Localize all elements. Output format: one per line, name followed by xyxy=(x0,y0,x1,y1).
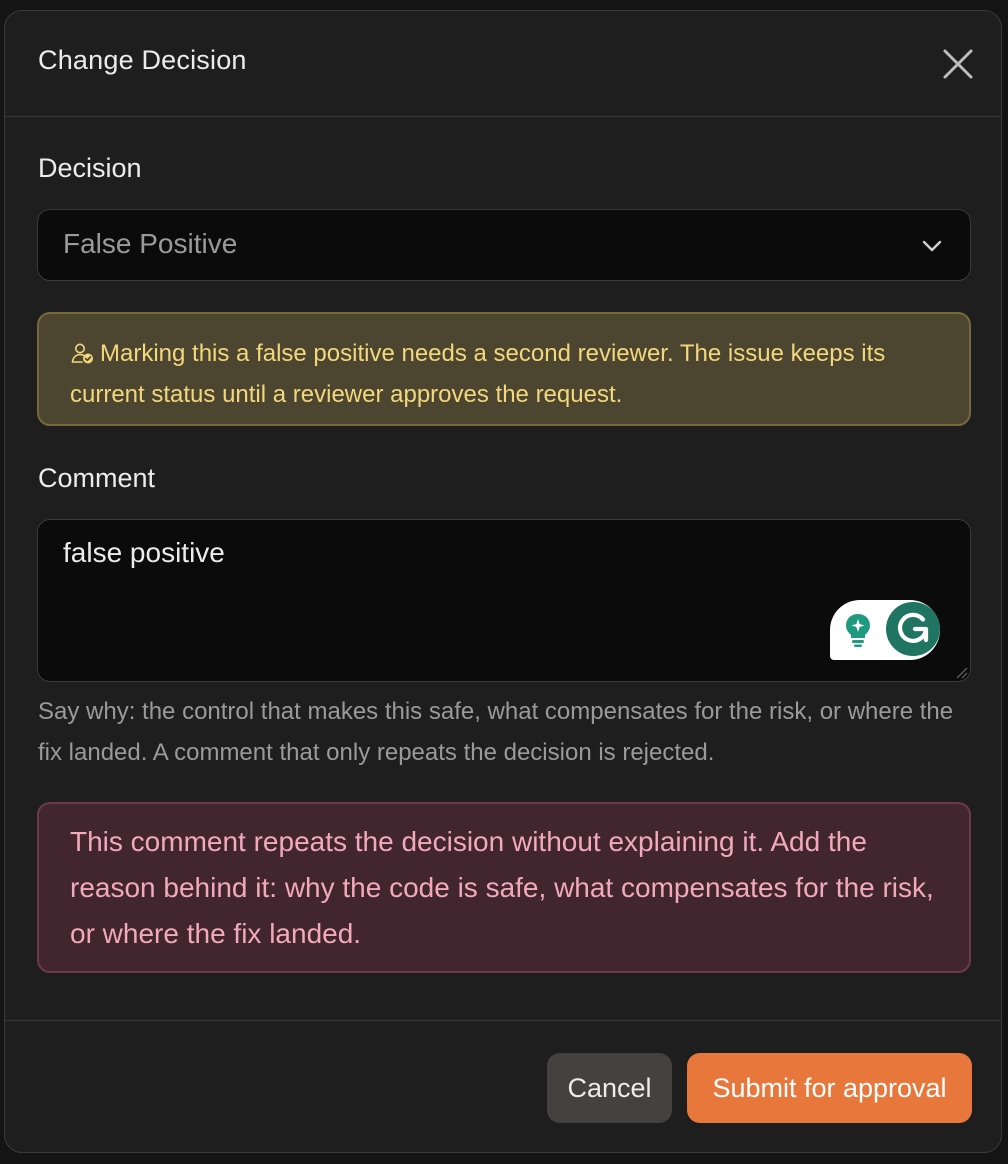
approval-notice: Marking this a false positive needs a se… xyxy=(37,312,971,426)
dialog-title: Change Decision xyxy=(38,45,247,75)
cancel-button[interactable]: Cancel xyxy=(547,1053,672,1123)
change-decision-dialog: Change Decision Decision False Positive xyxy=(4,10,1002,1153)
close-icon xyxy=(943,49,973,79)
approval-notice-text: Marking this a false positive needs a se… xyxy=(70,333,950,415)
decision-label: Decision xyxy=(38,153,142,183)
grammarly-icon[interactable] xyxy=(886,602,940,656)
comment-error-alert: This comment repeats the decision withou… xyxy=(37,802,971,973)
comment-label: Comment xyxy=(38,463,156,493)
user-check-icon xyxy=(70,341,94,365)
comment-error-text: This comment repeats the decision withou… xyxy=(70,826,934,949)
approval-notice-message: Marking this a false positive needs a se… xyxy=(70,340,886,408)
submit-for-approval-button[interactable]: Submit for approval xyxy=(687,1053,972,1123)
dialog-header: Change Decision xyxy=(5,11,1001,117)
comment-helper-text: Say why: the control that makes this saf… xyxy=(38,698,954,766)
resize-handle-icon[interactable] xyxy=(954,665,968,679)
comment-value: false positive xyxy=(63,537,225,568)
lightbulb-icon[interactable] xyxy=(842,612,874,648)
chevron-down-icon xyxy=(921,235,943,257)
comment-textarea[interactable]: false positive xyxy=(37,519,971,682)
decision-select[interactable]: False Positive xyxy=(37,209,971,281)
dialog-footer: Cancel Submit for approval xyxy=(5,1020,1001,1152)
close-button[interactable] xyxy=(941,47,975,81)
decision-selected-value: False Positive xyxy=(63,228,238,259)
grammarly-widget[interactable] xyxy=(830,600,940,660)
